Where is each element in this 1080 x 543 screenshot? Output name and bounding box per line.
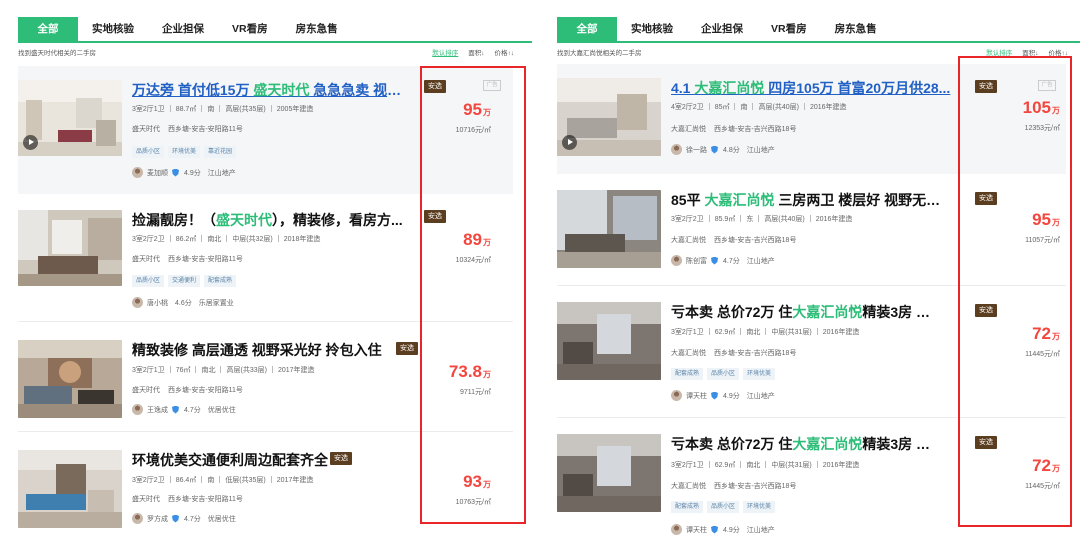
listing-photo[interactable] (557, 78, 661, 156)
agent-avatar (132, 297, 143, 308)
agent-info[interactable]: 唐小桃 4.6分 乐居家置业 (132, 297, 234, 308)
tab-all[interactable]: 全部 (18, 17, 78, 41)
price-highlight-box (420, 66, 526, 524)
agent-info[interactable]: 谭天柱 4.9分 江山地产 (671, 524, 775, 535)
tag: 品质小区 (707, 368, 740, 380)
listing-location: 盛天时代 西乡塘-安吉-安阳路11号 (132, 256, 243, 263)
agent-avatar (132, 404, 143, 415)
tab-vr-viewing[interactable]: VR看房 (757, 17, 821, 41)
tab-enterprise-guarantee[interactable]: 企业担保 (148, 17, 218, 41)
play-icon[interactable] (562, 135, 577, 150)
tab-urgent-sale[interactable]: 房东急售 (282, 17, 352, 41)
listing-specs: 3室2厅1卫 62.9㎡ 南北 中层(共31层) 2016年建造 (671, 328, 860, 336)
verified-shield-icon (711, 525, 718, 534)
play-icon[interactable] (23, 135, 38, 150)
tab-enterprise-guarantee[interactable]: 企业担保 (687, 17, 757, 41)
result-hint: 找到大嘉汇尚悦相关的二手房 (557, 50, 642, 57)
listing-location: 大嘉汇尚悦 西乡塘-安吉-吉兴西路18号 (671, 483, 797, 490)
listing-specs: 3室2厅1卫 62.9㎡ 南北 中层(共31层) 2016年建造 (671, 461, 860, 469)
sort-default[interactable]: 默认排序 (432, 47, 458, 57)
agent-info[interactable]: 王逸成 4.7分 优居优住 (132, 404, 236, 415)
listing-specs: 3室2厅1卫 76㎡ 南北 高层(共33层) 2017年建造 (132, 366, 315, 374)
filter-tabs: 全部 实地核验 企业担保 VR看房 房东急售 (557, 17, 1080, 43)
agent-info[interactable]: 麦加顺 4.9分 江山地产 (132, 167, 236, 178)
tag: 配套成熟 (671, 501, 704, 513)
listing-location: 大嘉汇尚悦 西乡塘-安吉-吉兴西路18号 (671, 237, 797, 244)
listing-location: 大嘉汇尚悦 西乡塘-安吉-吉兴西路18号 (671, 126, 797, 133)
listing-title[interactable]: 精致装修 高层通透 视野采光好 拎包入住 (132, 340, 382, 360)
listing-title[interactable]: 捡漏靓房！（盛天时代），精装修，看房方... (132, 210, 412, 230)
agent-avatar (132, 513, 143, 524)
listing-photo[interactable] (557, 434, 661, 512)
listing-photo[interactable] (18, 340, 122, 418)
left-search-panel: 全部 实地核验 企业担保 VR看房 房东急售 找到盛天时代相关的二手房 默认排序… (0, 0, 532, 543)
result-hint: 找到盛天时代相关的二手房 (18, 50, 96, 57)
agent-avatar (671, 390, 682, 401)
price-highlight-box (958, 56, 1072, 527)
verified-shield-icon (711, 391, 718, 400)
tag: 环境优美 (168, 146, 201, 158)
listing-specs: 3室2厅1卫 88.7㎡南高层(共35层) 2005年建造 (132, 105, 314, 113)
listing-title[interactable]: 亏本卖 总价72万 住大嘉汇尚悦精装3房 安吉... (671, 302, 941, 322)
tag: 交通便利 (168, 275, 201, 287)
listing-tags: 配套成熟 品质小区 环境优美 (671, 368, 776, 380)
tab-urgent-sale[interactable]: 房东急售 (821, 17, 891, 41)
tag: 配套成熟 (671, 368, 704, 380)
listing-specs: 3室2厅2卫 86.2㎡ 南北 中层(共32层) 2018年建造 (132, 235, 321, 243)
verified-shield-icon (172, 405, 179, 414)
tab-vr-viewing[interactable]: VR看房 (218, 17, 282, 41)
listing-specs: 4室2厅2卫 85㎡南高层(共40层) 2016年建造 (671, 103, 847, 111)
listing-photo[interactable] (557, 190, 661, 268)
agent-avatar (671, 144, 682, 155)
tab-onsite-verified[interactable]: 实地核验 (617, 17, 687, 41)
listing-location: 大嘉汇尚悦 西乡塘-安吉-吉兴西路18号 (671, 350, 797, 357)
agent-avatar (671, 255, 682, 266)
sort-area[interactable]: 面积↓ (468, 47, 484, 57)
tag: 配套成熟 (204, 275, 237, 287)
tab-onsite-verified[interactable]: 实地核验 (78, 17, 148, 41)
tag: 品质小区 (132, 146, 165, 158)
listing-photo[interactable] (18, 80, 122, 156)
listing-title[interactable]: 亏本卖 总价72万 住大嘉汇尚悦精装3房 安吉... (671, 434, 941, 454)
verified-shield-icon (172, 514, 179, 523)
anxuan-badge: 安选 (396, 342, 418, 355)
listing-photo[interactable] (18, 450, 122, 528)
agent-info[interactable]: 罗方成 4.7分 优居优住 (132, 513, 236, 524)
agent-avatar (132, 167, 143, 178)
listing-specs: 3室2厅2卫 86.4㎡南低层(共35层) 2017年建造 (132, 476, 314, 484)
verified-shield-icon (172, 168, 179, 177)
listing-title[interactable]: 环境优美交通便利周边配套齐全 (132, 450, 328, 470)
agent-info[interactable]: 谭天柱 4.9分 江山地产 (671, 390, 775, 401)
listing-location: 盛天时代 西乡塘-安吉-安阳路11号 (132, 496, 243, 503)
filter-tabs: 全部 实地核验 企业担保 VR看房 房东急售 (18, 17, 532, 43)
listing-location: 盛天时代 西乡塘-安吉-安阳路11号 (132, 387, 243, 394)
verified-shield-icon (711, 145, 718, 154)
agent-info[interactable]: 陈创富 4.7分 江山地产 (671, 255, 775, 266)
sort-price[interactable]: 价格↑↓ (495, 47, 515, 57)
sort-options: 默认排序 面积↓ 价格↑↓ (432, 47, 514, 57)
listing-title[interactable]: 85平 大嘉汇尚悦 三房两卫 楼层好 视野无遮挡 (671, 190, 941, 210)
agent-avatar (671, 524, 682, 535)
listing-title[interactable]: 4.1 大嘉汇尚悦 四房105万 首富20万月供28... (671, 78, 957, 98)
tag: 环境优美 (743, 368, 776, 380)
anxuan-badge: 安选 (330, 452, 352, 465)
right-search-panel: 全部 实地核验 企业担保 VR看房 房东急售 找到大嘉汇尚悦相关的二手房 默认排… (549, 0, 1080, 543)
listing-tags: 品质小区 交通便利 配套成熟 (132, 275, 237, 287)
agent-info[interactable]: 徐一路 4.8分 江山地产 (671, 144, 775, 155)
listing-location: 盛天时代 西乡塘-安吉-安阳路11号 (132, 126, 243, 133)
verified-shield-icon (711, 256, 718, 265)
listing-photo[interactable] (557, 302, 661, 380)
listing-specs: 3室2厅2卫 85.9㎡东高层(共40层) 2016年建造 (671, 215, 853, 223)
listing-title[interactable]: 万达旁 首付低15万 盛天时代 急急急卖 视野... (132, 80, 412, 100)
tag: 品质小区 (707, 501, 740, 513)
listing-photo[interactable] (18, 210, 122, 286)
tab-all[interactable]: 全部 (557, 17, 617, 41)
listing-tags: 配套成熟 品质小区 环境优美 (671, 501, 776, 513)
listing-tags: 品质小区 环境优美 靠近花园 (132, 146, 237, 158)
tag: 环境优美 (743, 501, 776, 513)
tag: 靠近花园 (204, 146, 237, 158)
tag: 品质小区 (132, 275, 165, 287)
